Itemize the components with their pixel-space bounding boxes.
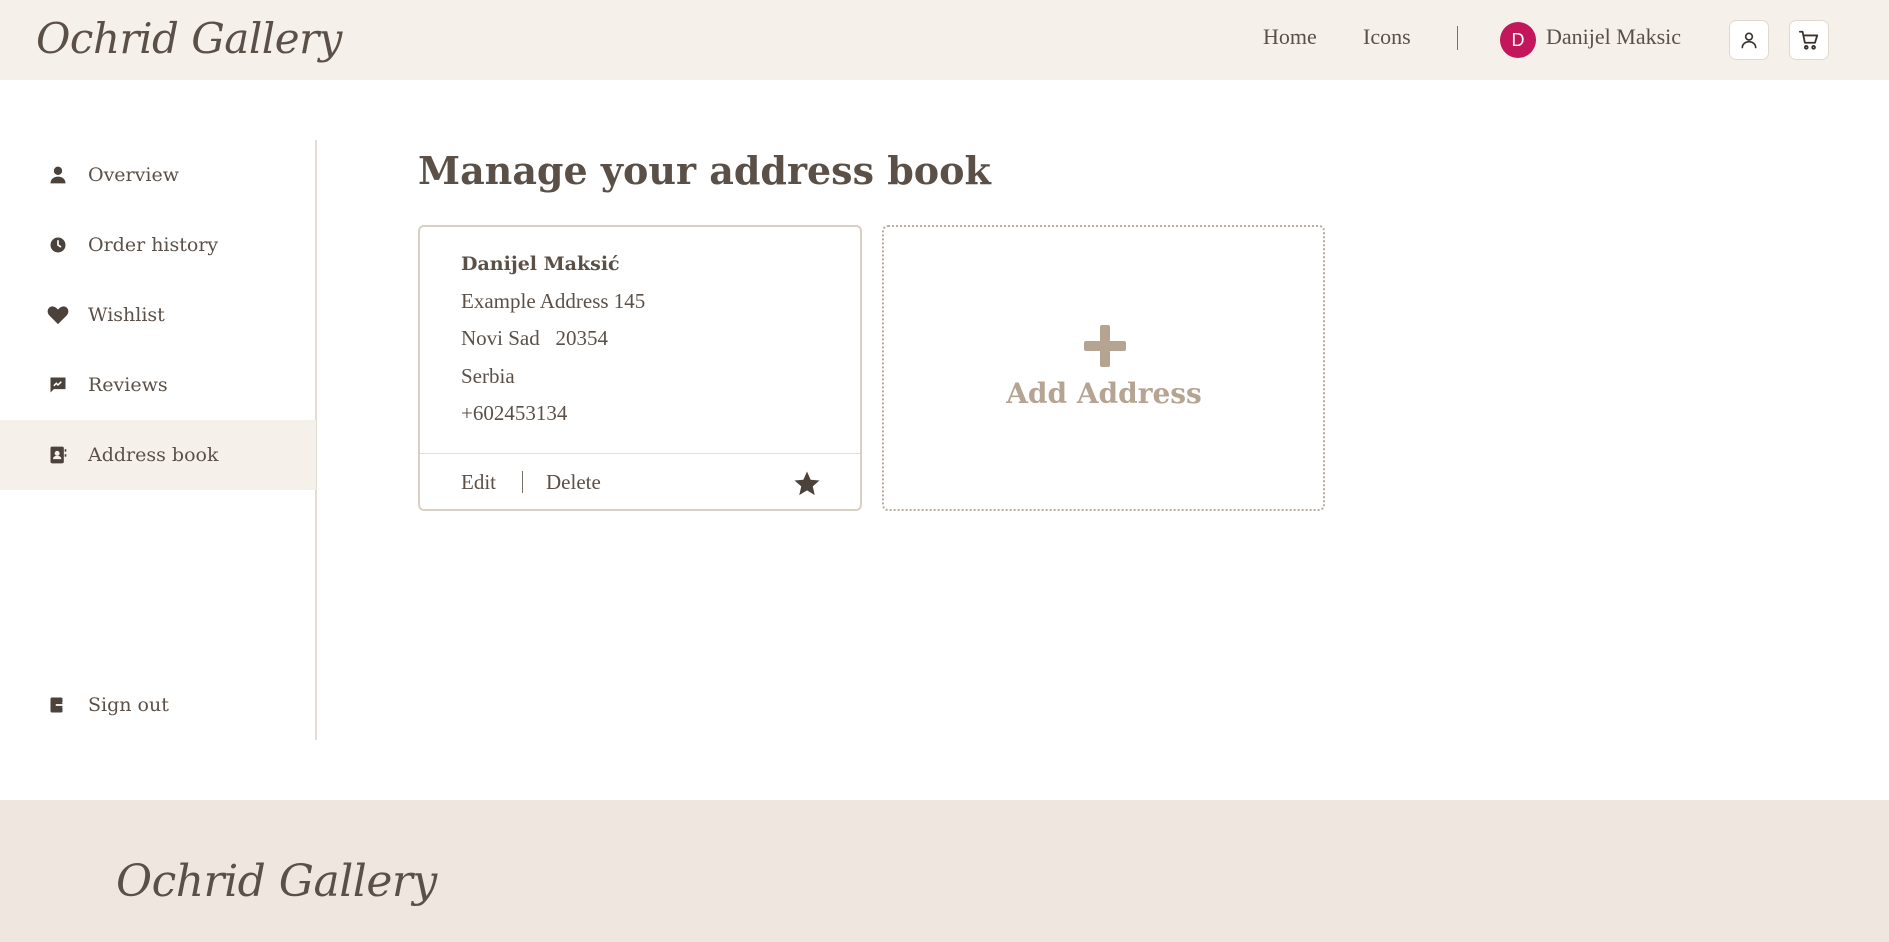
nav-icons-link[interactable]: Icons (1363, 24, 1411, 50)
address-street: Example Address 145 (461, 289, 646, 313)
page-title: Manage your address book (418, 148, 991, 193)
edit-address-link[interactable]: Edit (461, 470, 496, 495)
sidebar-item-reviews[interactable]: Reviews (0, 350, 316, 420)
user-icon (1741, 32, 1757, 49)
sign-out-label: Sign out (88, 694, 169, 716)
address-card: Danijel Maksić Example Address 145 Novi … (418, 225, 862, 511)
site-logo[interactable]: Ochrid Gallery (36, 14, 342, 63)
user-avatar[interactable]: D (1500, 22, 1536, 58)
sidebar-item-label: Order history (88, 234, 219, 256)
nav-divider (1457, 26, 1458, 50)
card-divider (420, 453, 860, 454)
cart-button[interactable] (1789, 20, 1829, 60)
nav-home-link[interactable]: Home (1263, 24, 1317, 50)
site-header: Ochrid Gallery Home Icons D Danijel Maks… (0, 0, 1889, 80)
site-footer: Ochrid Gallery (0, 800, 1889, 942)
sidebar-item-label: Address book (88, 444, 219, 466)
history-icon (47, 234, 69, 256)
review-icon (47, 374, 69, 396)
address-phone: +602453134 (461, 401, 568, 425)
star-icon[interactable] (792, 469, 822, 499)
address-country: Serbia (461, 364, 515, 388)
address-city-zip: Novi Sad 20354 (461, 326, 608, 350)
add-address-card[interactable]: Add Address (882, 225, 1325, 511)
plus-icon (1084, 325, 1126, 367)
account-button[interactable] (1729, 20, 1769, 60)
person-icon (47, 164, 69, 186)
sidebar-item-label: Wishlist (88, 304, 165, 326)
sidebar-item-label: Reviews (88, 374, 168, 396)
user-name[interactable]: Danijel Maksic (1546, 24, 1681, 50)
sidebar-item-order-history[interactable]: Order history (0, 210, 316, 280)
add-address-label: Add Address (1006, 377, 1202, 410)
cart-icon (1798, 30, 1819, 50)
sidebar-item-address-book[interactable]: Address book (0, 420, 316, 490)
sign-out-button[interactable]: Sign out (0, 670, 316, 740)
footer-logo[interactable]: Ochrid Gallery (116, 856, 437, 907)
delete-address-link[interactable]: Delete (546, 470, 601, 495)
action-divider (522, 471, 523, 493)
heart-icon (47, 304, 69, 326)
address-name: Danijel Maksić (461, 253, 620, 275)
address-book-icon (47, 444, 69, 466)
account-sidebar: Overview Order history Wishlist Reviews … (0, 140, 317, 740)
sidebar-item-wishlist[interactable]: Wishlist (0, 280, 316, 350)
sidebar-item-label: Overview (88, 164, 179, 186)
sign-out-icon (47, 694, 69, 716)
sidebar-item-overview[interactable]: Overview (0, 140, 316, 210)
